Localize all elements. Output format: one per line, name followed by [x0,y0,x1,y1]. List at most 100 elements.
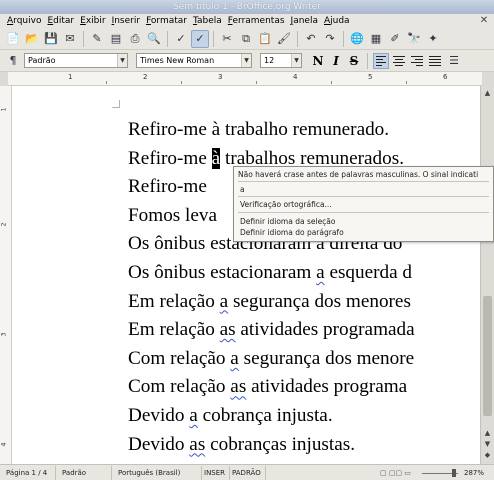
title-bar: Sem título 1 - BrOffice.org Writer [0,0,494,14]
clone-format-icon[interactable]: 🖌 [275,30,293,48]
email-icon[interactable]: ✉ [61,30,79,48]
menu-separator [238,196,489,197]
horizontal-ruler[interactable]: 1 2 3 4 5 6 [8,72,482,86]
vruler-mark: 3 [0,332,8,337]
menu-janela[interactable]: Janela [288,14,321,28]
open-folder-icon[interactable]: 📂 [23,30,41,48]
styles-formatting-icon[interactable]: ¶ [4,52,22,70]
italic-button[interactable]: I [328,53,344,69]
font-size-select[interactable]: 12 ▼ [260,53,302,68]
vruler-mark: 1 [0,107,8,112]
menu-inserir[interactable]: Inserir [109,14,144,28]
align-left-button[interactable] [373,52,389,69]
suggestion-item[interactable]: a [240,185,245,194]
page-style[interactable]: Padrão [56,465,112,480]
text-line[interactable]: Em relação as atividades programada [128,316,480,345]
new-document-icon[interactable]: 📄 [4,30,22,48]
toolbar-separator [367,52,368,69]
text-line[interactable]: Os ônibus estacionaram a esquerda d [128,259,480,288]
bold-button[interactable]: N [310,53,326,69]
font-size-value: 12 [264,56,275,65]
auto-spellcheck-icon[interactable]: ✓ [191,29,209,48]
text-line[interactable]: Em relação a segurança dos menores [128,288,480,317]
draw-functions-icon[interactable]: ✐ [386,30,404,48]
set-language-paragraph-item[interactable]: Definir idioma do parágrafo [240,228,344,237]
menu-ferramentas[interactable]: Ferramentas [225,14,288,28]
slider-handle[interactable] [452,468,456,477]
menu-tabela[interactable]: Tabela [190,14,225,28]
text-line[interactable]: Devido a cobrança injusta. [128,402,480,431]
formatting-toolbar: ¶ Padrão ▼ Times New Roman ▼ 12 ▼ N I S … [0,50,494,72]
align-right-button[interactable] [409,53,425,69]
menu-editar[interactable]: Editar [44,14,77,28]
text-line[interactable]: Com relação as atividades programa [128,373,480,402]
zoom-slider[interactable] [418,466,462,480]
numbering-icon[interactable]: ☰ [445,52,463,70]
strikethrough-button[interactable]: S [346,53,362,69]
menu-bar: Arquivo Editar Exibir Inserir Formatar T… [0,14,494,28]
text-line[interactable]: Com relação a segurança dos menore [128,345,480,374]
undo-icon[interactable]: ↶ [302,30,320,48]
page-preview-icon[interactable]: 🔍 [145,30,163,48]
grammar-flag[interactable]: a [220,291,229,312]
insert-mode[interactable]: INSER [202,465,230,480]
vruler-mark: 2 [0,222,8,227]
grammar-flag[interactable]: a [189,405,198,426]
font-name-select[interactable]: Times New Roman ▼ [136,53,252,68]
align-center-button[interactable] [391,53,407,69]
menu-arquivo[interactable]: Arquivo [4,14,44,28]
spellcheck-item[interactable]: Verificação ortográfica... [240,200,332,209]
scroll-up-icon[interactable]: ▲ [482,88,493,99]
text-line[interactable]: Devido as cobranças injustas. [128,431,480,460]
ruler-mark: 3 [218,73,223,81]
font-name-value: Times New Roman [140,56,215,65]
edit-file-icon[interactable]: ✎ [88,30,106,48]
page-indicator[interactable]: Página 1 / 4 [0,465,56,480]
ruler-mark: 6 [443,73,448,81]
paste-icon[interactable]: 📋 [256,30,274,48]
cut-icon[interactable]: ✂ [218,30,236,48]
scroll-down-icon[interactable]: ▼ [482,439,493,450]
navigator-icon[interactable]: ✦ [424,30,442,48]
previous-page-icon[interactable]: ◆ [482,450,493,461]
export-pdf-icon[interactable]: ▤ [107,30,125,48]
ruler-tick [106,81,107,84]
text-line[interactable]: Refiro-me à trabalho remunerado. [128,116,480,145]
view-layout-icon[interactable]: ▢ ▢▢ ▭ [374,466,418,480]
menu-separator [238,181,489,182]
menu-ajuda[interactable]: Ajuda [321,14,353,28]
selected-word[interactable]: à [211,147,221,169]
grammar-flag[interactable]: as [189,434,205,455]
table-icon[interactable]: ▦ [367,30,385,48]
ruler-mark: 5 [368,73,373,81]
grammar-flag[interactable]: a [230,348,239,369]
ruler-mark: 4 [293,73,298,81]
selection-mode[interactable]: PADRÃO [230,465,266,480]
spellcheck-icon[interactable]: ✓ [172,30,190,48]
set-language-selection-item[interactable]: Definir idioma da seleção [240,217,336,226]
menu-formatar[interactable]: Formatar [143,14,190,28]
redo-icon[interactable]: ↷ [321,30,339,48]
find-replace-icon[interactable]: 🔭 [405,30,423,48]
scrollbar-thumb[interactable] [483,296,492,416]
grammar-flag[interactable]: as [230,376,246,397]
toolbar-separator [213,30,214,47]
copy-icon[interactable]: ⧉ [237,30,255,48]
zoom-level[interactable]: 287% [462,466,486,480]
chevron-down-icon: ▼ [117,54,127,67]
close-document-icon[interactable]: ✕ [478,15,490,27]
scroll-up-icon[interactable]: ▲ [482,428,493,439]
menu-exibir[interactable]: Exibir [77,14,108,28]
toolbar-separator [297,30,298,47]
paragraph-style-select[interactable]: Padrão ▼ [24,53,128,68]
language-indicator[interactable]: Português (Brasil) [112,465,202,480]
grammar-flag[interactable]: a [316,262,325,283]
print-icon[interactable]: ⎙ [126,30,144,48]
document-page[interactable]: Refiro-me à trabalho remunerado. Refiro-… [12,86,480,464]
vertical-ruler[interactable]: 1 2 3 4 [0,86,12,464]
hyperlink-icon[interactable]: 🌐 [348,30,366,48]
justify-button[interactable] [427,53,443,69]
grammar-flag[interactable]: as [220,319,236,340]
save-icon[interactable]: 💾 [42,30,60,48]
vertical-scrollbar[interactable]: ▲ ▲ ▼ ◆ [480,86,494,464]
